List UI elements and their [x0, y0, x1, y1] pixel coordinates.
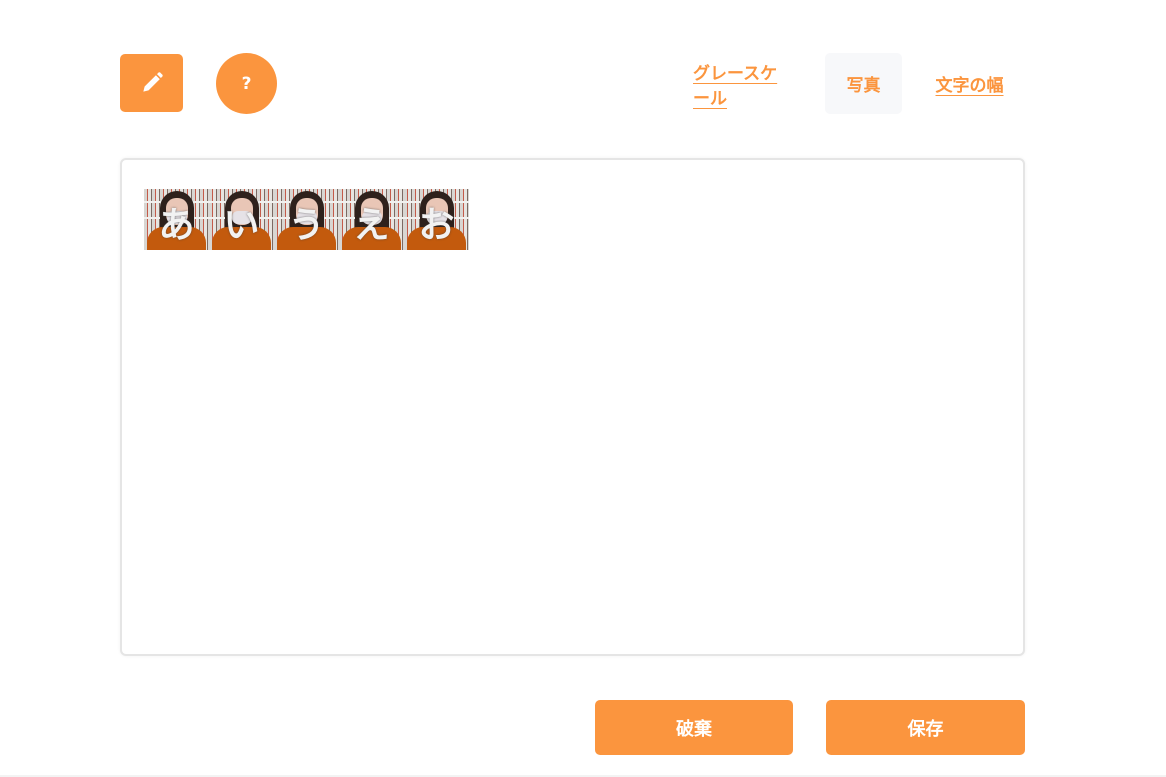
photo-glyph-tile: え — [339, 189, 404, 250]
pencil-icon — [142, 72, 163, 92]
glyph: い — [223, 205, 260, 246]
text-editor[interactable]: あ い う え お — [120, 158, 1025, 656]
tab-photo[interactable]: 写真 — [825, 53, 902, 114]
discard-button[interactable]: 破棄 — [595, 700, 793, 755]
photo-glyph-tile: い — [209, 189, 274, 250]
glyph: あ — [158, 205, 195, 246]
photo-glyph-tile: う — [274, 189, 339, 250]
tab-character-width[interactable]: 文字の幅 — [916, 53, 1023, 114]
glyph: う — [288, 205, 325, 246]
photo-glyph-tile: あ — [144, 189, 209, 250]
photo-glyph-strip: あ い う え お — [144, 189, 469, 250]
glyph: え — [353, 205, 390, 246]
glyph: お — [418, 205, 455, 246]
mode-tabs: グレースケール 写真 文字の幅 — [676, 53, 1023, 114]
edit-button[interactable] — [120, 54, 183, 112]
page: ? グレースケール 写真 文字の幅 あ い う え お 破棄 保存 — [0, 0, 1166, 777]
photo-glyph-tile: お — [404, 189, 469, 250]
tab-grayscale[interactable]: グレースケール — [676, 53, 811, 114]
save-button[interactable]: 保存 — [826, 700, 1025, 755]
help-button[interactable]: ? — [216, 53, 277, 114]
